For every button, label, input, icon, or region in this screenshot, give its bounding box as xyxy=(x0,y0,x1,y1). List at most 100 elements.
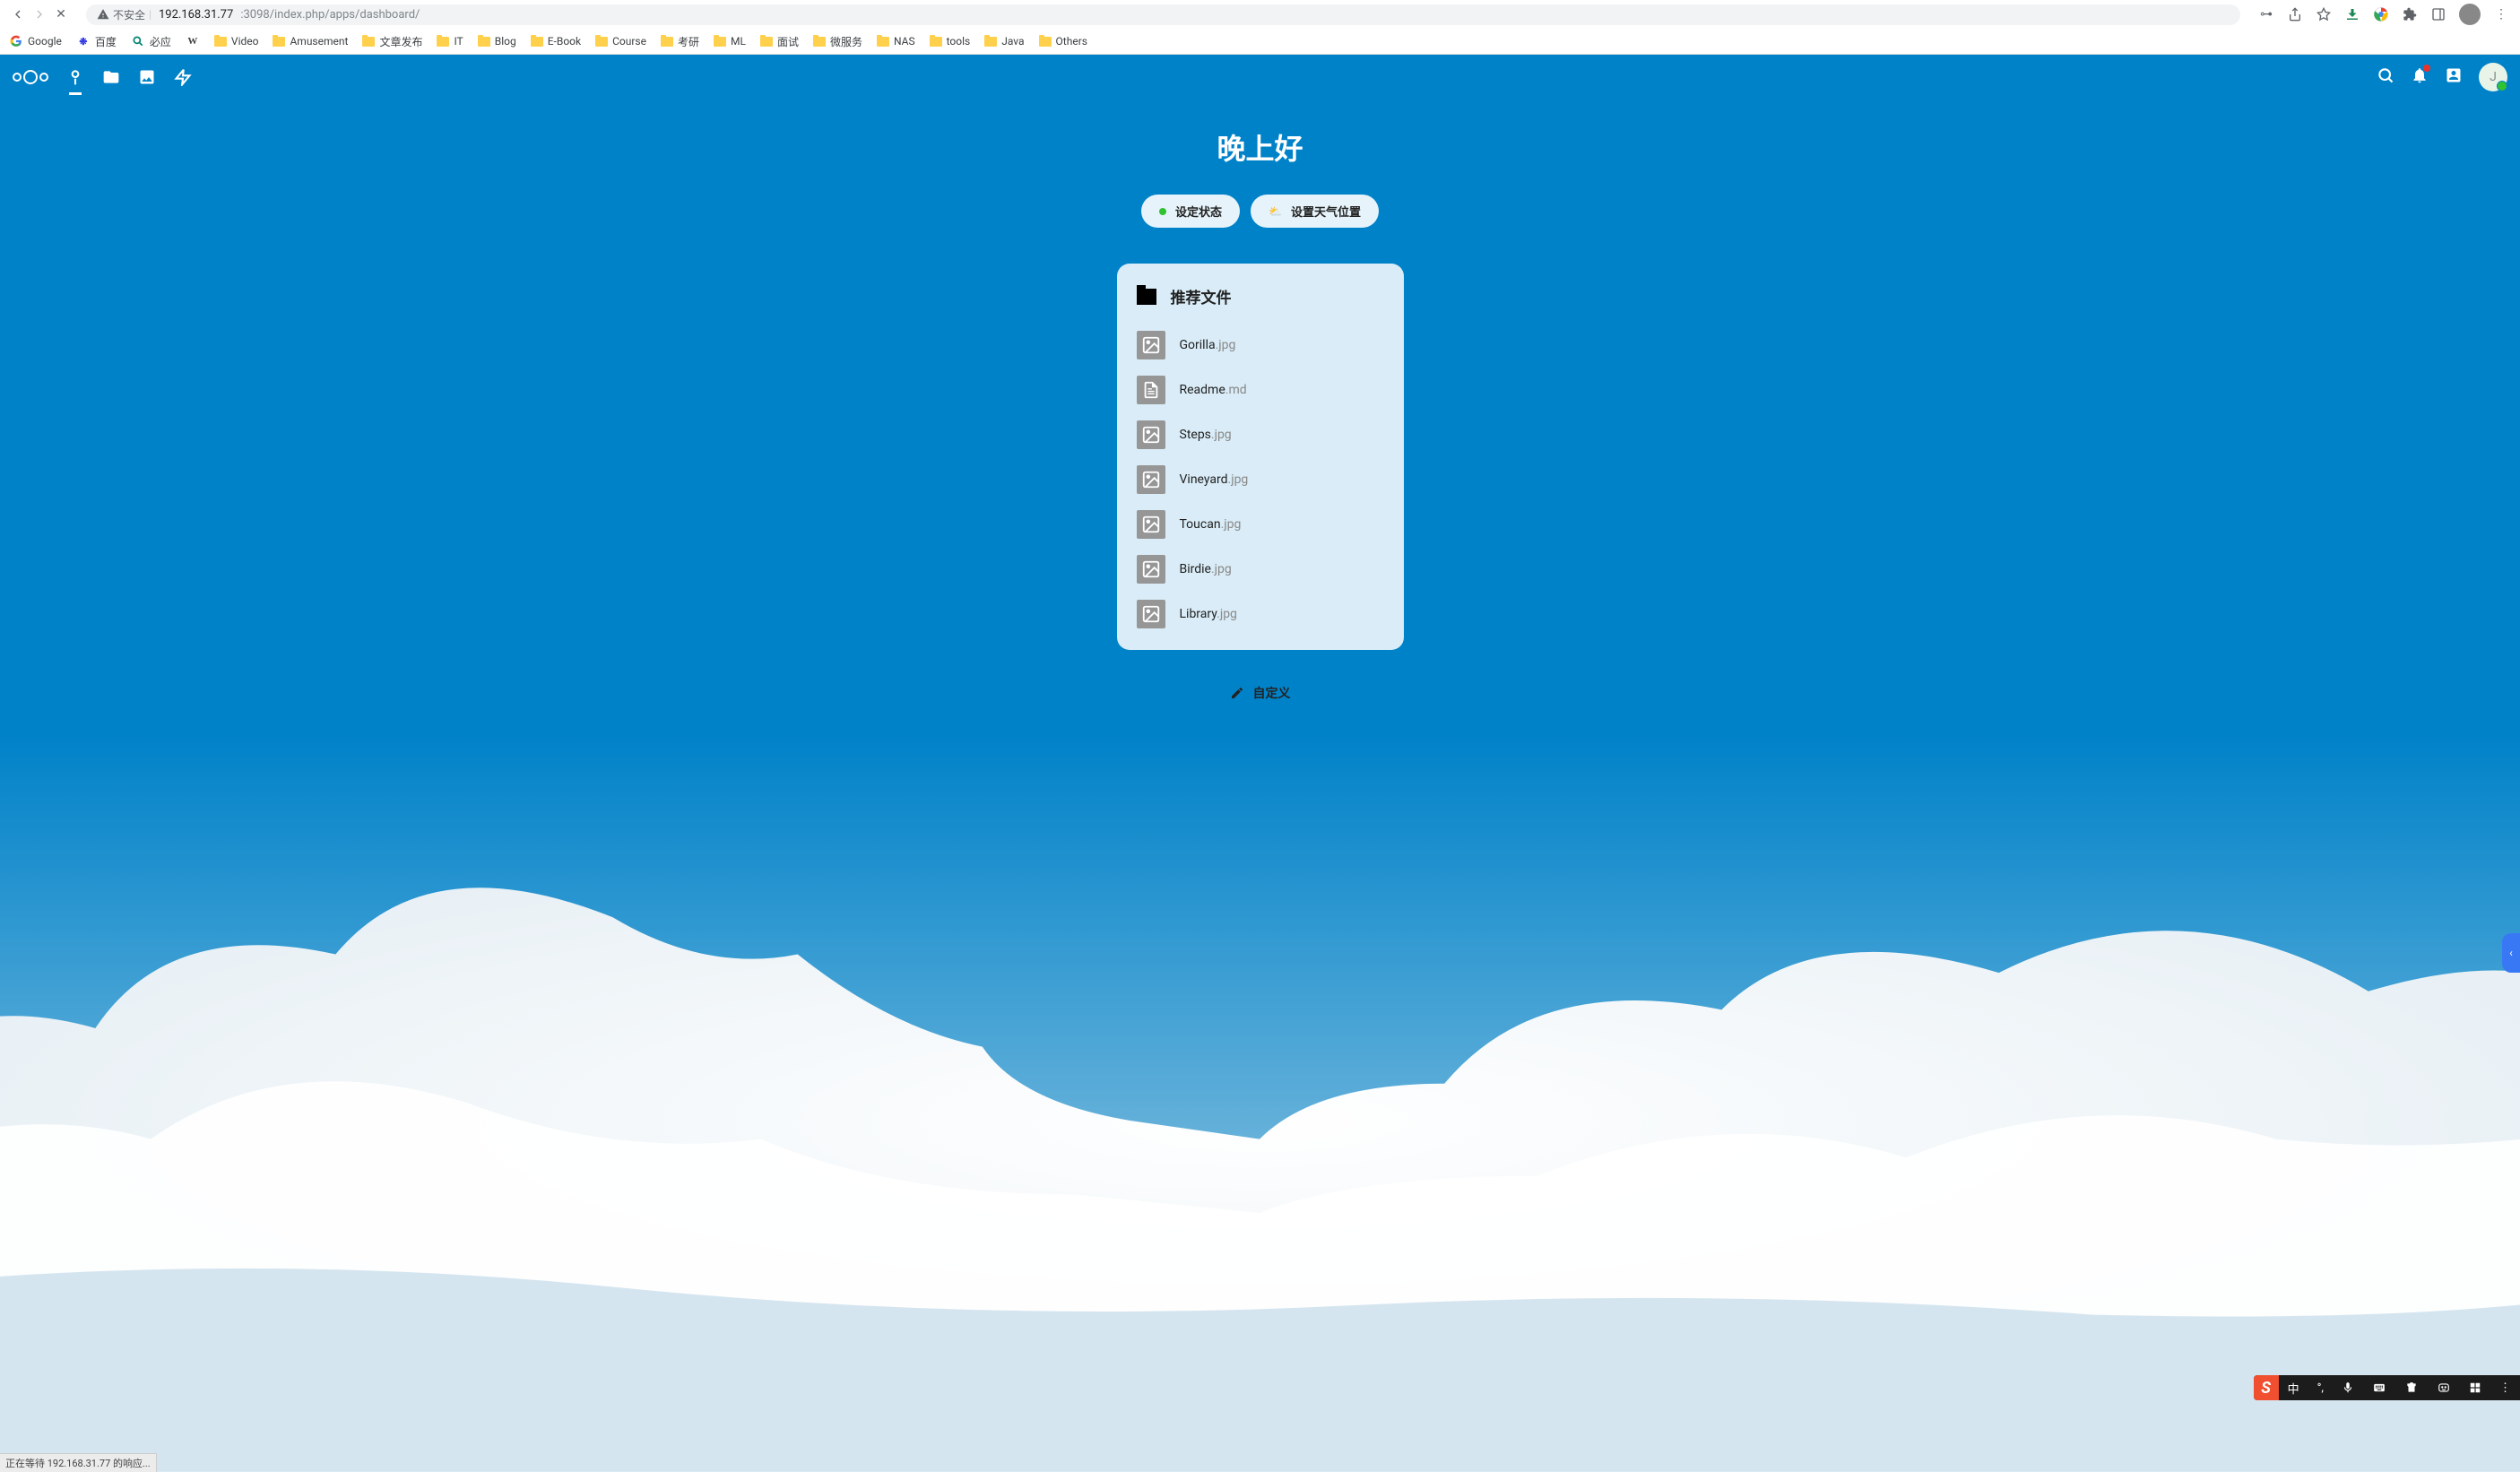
bookmark-item[interactable]: Java xyxy=(984,35,1024,48)
browser-menu-icon[interactable]: ⋮ xyxy=(2493,6,2509,22)
bing-icon xyxy=(131,34,145,48)
folder-icon xyxy=(437,37,449,47)
bookmark-item[interactable]: Course xyxy=(595,35,646,48)
search-icon[interactable] xyxy=(2377,66,2394,88)
user-avatar[interactable]: J xyxy=(2479,63,2507,91)
wiki-icon: W xyxy=(186,34,200,48)
folder-icon xyxy=(714,37,726,47)
file-item[interactable]: Toucan.jpg xyxy=(1137,505,1384,544)
bookmark-item[interactable]: 文章发布 xyxy=(362,34,422,49)
set-status-button[interactable]: 设定状态 xyxy=(1141,195,1240,228)
bookmark-item[interactable]: tools xyxy=(930,35,971,48)
folder-icon xyxy=(1039,37,1052,47)
panel-icon[interactable] xyxy=(2430,6,2446,22)
customize-button[interactable]: 自定义 xyxy=(1216,677,1305,709)
url-path: :3098/index.php/apps/dashboard/ xyxy=(240,8,420,22)
folder-icon xyxy=(214,37,227,47)
recommended-files-widget: 推荐文件 Gorilla.jpg Readme.md Steps.jpg Vineya… xyxy=(1117,264,1404,650)
bookmark-item[interactable]: ML xyxy=(714,35,746,48)
url-host: 192.168.31.77 xyxy=(159,8,233,22)
nextcloud-app: J 晚上好 设定状态 ⛅ 设置天气位置 推荐文件 Gorilla.jpg Read… xyxy=(0,55,2520,1472)
widget-title: 推荐文件 xyxy=(1171,285,1232,307)
notifications-icon[interactable] xyxy=(2411,66,2429,88)
chrome-icon[interactable] xyxy=(2373,6,2389,22)
contacts-icon[interactable] xyxy=(2445,66,2463,88)
ime-more-icon[interactable]: ⋮ xyxy=(2490,1381,2520,1395)
file-item[interactable]: Steps.jpg xyxy=(1137,415,1384,455)
folder-icon xyxy=(531,37,543,47)
bookmark-item[interactable]: Blog xyxy=(478,35,516,48)
folder-icon xyxy=(595,37,608,47)
folder-icon xyxy=(661,37,673,47)
file-list: Gorilla.jpg Readme.md Steps.jpg Vineyard.jp… xyxy=(1137,325,1384,634)
browser-toolbar: ✕ 不安全 | 192.168.31.77:3098/index.php/app… xyxy=(0,0,2520,29)
file-item[interactable]: Vineyard.jpg xyxy=(1137,460,1384,499)
sogou-ime-logo[interactable]: S xyxy=(2254,1375,2279,1400)
google-icon xyxy=(9,34,23,48)
nav-activity-icon[interactable] xyxy=(174,68,192,86)
file-thumbnail-icon xyxy=(1137,420,1165,449)
ime-face-icon[interactable] xyxy=(2428,1381,2460,1394)
folder-icon xyxy=(362,37,375,47)
nav-forward-button[interactable] xyxy=(32,7,47,22)
ime-mic-icon[interactable] xyxy=(2333,1381,2363,1394)
folder-icon xyxy=(1137,289,1156,305)
key-icon[interactable]: ⊶ xyxy=(2258,6,2274,22)
bookmark-item[interactable]: Google xyxy=(9,34,62,48)
greeting-title: 晚上好 xyxy=(1217,126,1303,168)
nav-files-icon[interactable] xyxy=(102,68,120,86)
status-online-dot xyxy=(1159,208,1166,215)
baidu-icon: ❉ xyxy=(76,34,91,48)
bookmark-item[interactable]: Others xyxy=(1039,35,1087,48)
file-thumbnail-icon xyxy=(1137,376,1165,404)
bookmark-item[interactable]: 考研 xyxy=(661,34,699,49)
url-bar[interactable]: 不安全 | 192.168.31.77:3098/index.php/apps/… xyxy=(86,4,2240,25)
browser-chrome: ✕ 不安全 | 192.168.31.77:3098/index.php/app… xyxy=(0,0,2520,55)
bookmark-item[interactable]: 面试 xyxy=(760,34,799,49)
pencil-icon xyxy=(1230,686,1244,700)
bookmark-item[interactable]: ❉百度 xyxy=(76,34,117,49)
file-name: Birdie.jpg xyxy=(1180,562,1232,576)
bookmark-item[interactable]: E-Book xyxy=(531,35,581,48)
folder-icon xyxy=(760,37,773,47)
file-item[interactable]: Gorilla.jpg xyxy=(1137,325,1384,365)
side-handle[interactable]: ‹ xyxy=(2502,933,2520,973)
ime-toolbox-icon[interactable] xyxy=(2460,1381,2490,1394)
bookmark-item[interactable]: NAS xyxy=(877,35,915,48)
ime-skin-icon[interactable] xyxy=(2395,1381,2428,1394)
file-item[interactable]: Library.jpg xyxy=(1137,594,1384,634)
set-weather-button[interactable]: ⛅ 设置天气位置 xyxy=(1251,195,1379,228)
stop-button[interactable]: ✕ xyxy=(54,7,68,22)
nextcloud-logo[interactable] xyxy=(13,70,48,84)
weather-icon: ⛅ xyxy=(1269,205,1282,218)
file-name: Library.jpg xyxy=(1180,607,1237,621)
ime-toolbar[interactable]: S 中 °, ⋮ xyxy=(2254,1375,2520,1400)
bookmark-item[interactable]: W xyxy=(186,34,200,48)
nav-dashboard-icon[interactable] xyxy=(66,68,84,86)
browser-status-bar: 正在等待 192.168.31.77 的响应... xyxy=(0,1453,157,1472)
bookmark-item[interactable]: 微服务 xyxy=(813,34,862,49)
bookmark-item[interactable]: 必应 xyxy=(131,34,171,49)
ime-punct-icon[interactable]: °, xyxy=(2308,1381,2333,1395)
bookmark-item[interactable]: Amusement xyxy=(273,35,348,48)
download-icon[interactable] xyxy=(2344,6,2360,22)
share-icon[interactable] xyxy=(2287,6,2303,22)
folder-icon xyxy=(273,37,285,47)
bookmark-item[interactable]: Video xyxy=(214,35,259,48)
bookmark-item[interactable]: IT xyxy=(437,35,463,48)
security-label: 不安全 xyxy=(113,7,145,22)
ime-keyboard-icon[interactable] xyxy=(2363,1381,2395,1394)
file-thumbnail-icon xyxy=(1137,465,1165,494)
star-icon[interactable] xyxy=(2316,6,2332,22)
file-item[interactable]: Birdie.jpg xyxy=(1137,550,1384,589)
cloud-background xyxy=(0,692,2520,1472)
file-thumbnail-icon xyxy=(1137,510,1165,539)
extensions-icon[interactable] xyxy=(2402,6,2418,22)
nav-photos-icon[interactable] xyxy=(138,68,156,86)
nav-back-button[interactable] xyxy=(11,7,25,22)
ime-lang[interactable]: 中 xyxy=(2279,1380,2308,1397)
file-thumbnail-icon xyxy=(1137,600,1165,628)
folder-icon xyxy=(478,37,490,47)
browser-profile-avatar[interactable] xyxy=(2459,4,2481,25)
file-item[interactable]: Readme.md xyxy=(1137,370,1384,410)
